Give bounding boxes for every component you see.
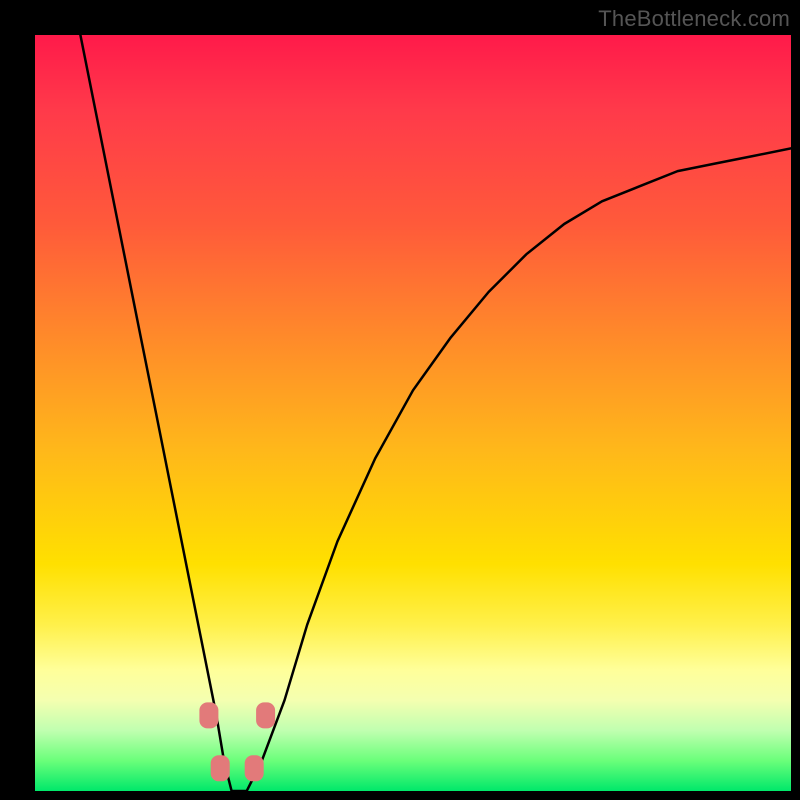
chart-plot-area: [35, 35, 791, 791]
attribution-watermark: TheBottleneck.com: [598, 6, 790, 32]
